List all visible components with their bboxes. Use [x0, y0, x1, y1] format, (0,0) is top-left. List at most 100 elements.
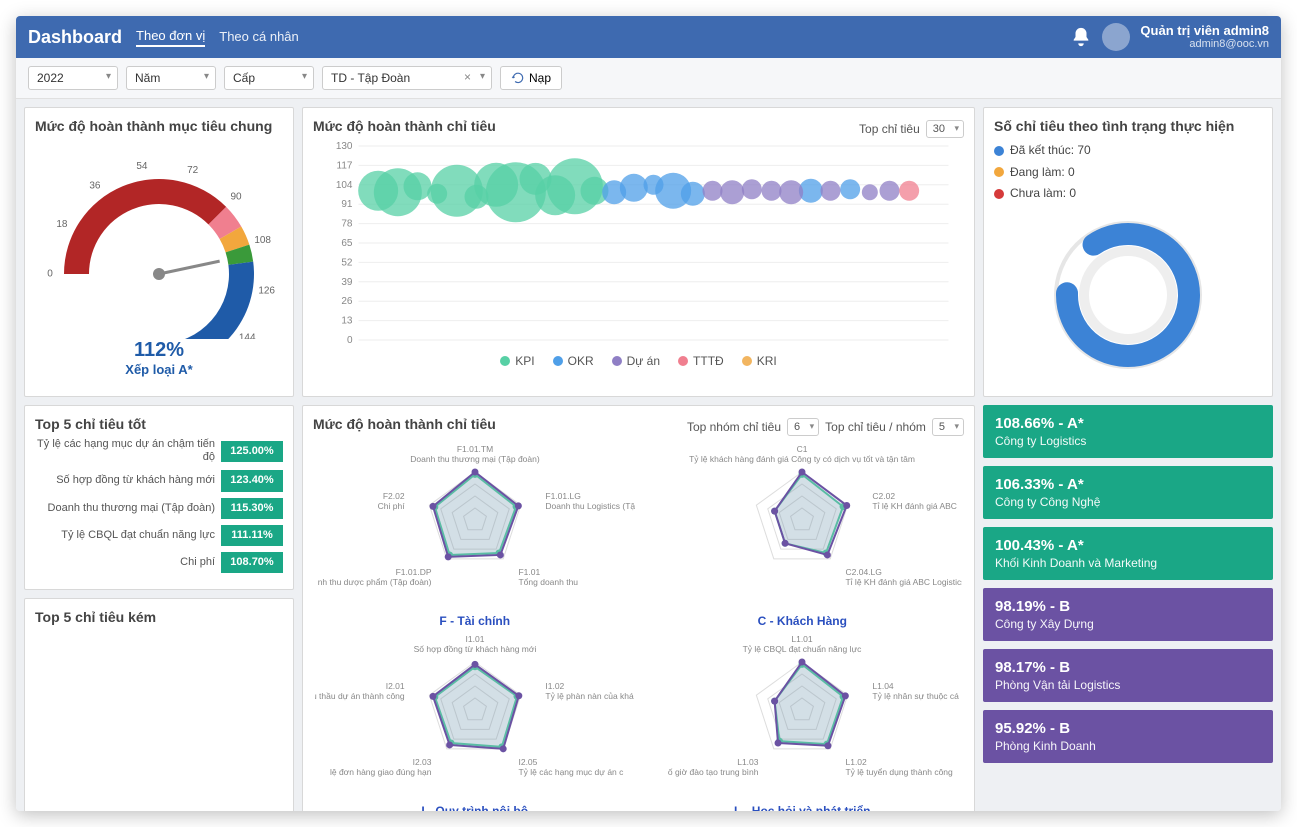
- period-select[interactable]: Năm: [126, 66, 216, 90]
- top5-row: Số hợp đồng từ khách hàng mới123.40%: [35, 470, 283, 491]
- radar-cell: F1.01.TMDoanh thu thương mại (Tập đoàn)F…: [313, 442, 637, 628]
- app-title: Dashboard: [28, 27, 122, 48]
- radar-group-label: Top nhóm chỉ tiêu: [687, 420, 781, 434]
- svg-text:L1.01: L1.01: [792, 634, 814, 644]
- clear-icon[interactable]: ×: [464, 70, 471, 84]
- year-select[interactable]: 2022: [28, 66, 118, 90]
- radar-cell: L1.01Tỷ lệ CBQL đạt chuẩn năng lựcL1.04T…: [641, 632, 965, 811]
- top5-label: Số hợp đồng từ khách hàng mới: [35, 474, 221, 487]
- top5-row: Tỷ lệ các hạng mục dự án chậm tiến độ125…: [35, 438, 283, 464]
- svg-text:36: 36: [89, 180, 101, 191]
- radar-cell: I1.01Số hợp đồng từ khách hàng mớiI1.02T…: [313, 632, 637, 811]
- rank-pct: 108.66% - A*: [995, 415, 1261, 432]
- rank-name: Phòng Vận tải Logistics: [995, 678, 1261, 692]
- unit-select[interactable]: TD - Tập Đoàn×: [322, 66, 492, 90]
- svg-text:F1.01.DP: F1.01.DP: [395, 567, 431, 577]
- bubble-legend: KPI OKR Dự án TTTĐ KRI: [313, 354, 964, 368]
- radar-per-select[interactable]: 5: [932, 418, 964, 436]
- donut-chart: [1043, 210, 1213, 380]
- svg-text:Tổng doanh thu: Tổng doanh thu: [518, 577, 578, 587]
- rank-pct: 106.33% - A*: [995, 476, 1261, 493]
- svg-text:F1.01.LG: F1.01.LG: [545, 491, 580, 501]
- top5-label: Tỷ lệ CBQL đạt chuẩn năng lực: [35, 529, 221, 542]
- radar-title: Mức độ hoàn thành chỉ tiêu: [313, 416, 496, 432]
- rank-pct: 95.92% - B: [995, 720, 1261, 737]
- svg-text:54: 54: [136, 161, 148, 172]
- donut-legend-item[interactable]: Đang làm: 0: [994, 162, 1091, 184]
- svg-text:nh thu dược phẩm (Tập đoàn): nh thu dược phẩm (Tập đoàn): [317, 577, 431, 587]
- tab-by-person[interactable]: Theo cá nhân: [219, 29, 299, 46]
- svg-text:F1.01.TM: F1.01.TM: [457, 444, 493, 454]
- bubble-card: Mức độ hoàn thành chỉ tiêu Top chỉ tiêu …: [302, 107, 975, 397]
- legend-item[interactable]: OKR: [553, 354, 594, 368]
- svg-text:Tỷ lệ nhân sự thuộc cá: Tỷ lệ nhân sự thuộc cá: [873, 691, 960, 701]
- svg-text:Tỷ lệ khách hàng đánh giá Công: Tỷ lệ khách hàng đánh giá Công ty có dịc…: [689, 454, 915, 464]
- reload-button[interactable]: Nạp: [500, 66, 562, 90]
- rank-tile[interactable]: 106.33% - A*Công ty Công Nghệ: [983, 466, 1273, 519]
- top5-value: 108.70%: [221, 552, 283, 573]
- rank-pct: 100.43% - A*: [995, 537, 1261, 554]
- svg-text:108: 108: [254, 235, 271, 246]
- top5-value: 123.40%: [221, 470, 283, 491]
- gauge-card: Mức độ hoàn thành mục tiêu chung 0 18 36 54…: [24, 107, 294, 397]
- svg-text:ụ thầu dự án thành công: ụ thầu dự án thành công: [315, 691, 405, 701]
- legend-item[interactable]: KPI: [500, 354, 534, 368]
- rank-tile[interactable]: 100.43% - A*Khối Kinh Doanh và Marketing: [983, 527, 1273, 580]
- svg-text:90: 90: [231, 192, 243, 203]
- svg-text:C2.04.LG: C2.04.LG: [846, 567, 882, 577]
- rank-name: Công ty Xây Dựng: [995, 617, 1261, 631]
- rank-tile[interactable]: 98.19% - BCông ty Xây Dựng: [983, 588, 1273, 641]
- top5-row: Tỷ lệ CBQL đạt chuẩn năng lực111.11%: [35, 525, 283, 546]
- rank-name: Phòng Kinh Doanh: [995, 739, 1261, 753]
- svg-text:13: 13: [341, 316, 353, 327]
- svg-text:lệ đơn hàng giao đúng hạn: lệ đơn hàng giao đúng hạn: [330, 767, 432, 777]
- radar-subtitle: F - Tài chính: [439, 614, 510, 628]
- svg-text:39: 39: [341, 277, 353, 288]
- rank-tile[interactable]: 98.17% - BPhòng Vận tải Logistics: [983, 649, 1273, 702]
- radar-cell: C1Tỷ lệ khách hàng đánh giá Công ty có d…: [641, 442, 965, 628]
- svg-text:72: 72: [187, 165, 199, 176]
- refresh-icon: [511, 71, 525, 85]
- top5-row: Doanh thu thương mại (Tập đoàn)115.30%: [35, 498, 283, 519]
- donut-title: Số chỉ tiêu theo tình trạng thực hiện: [994, 118, 1262, 134]
- radar-card: Mức độ hoàn thành chỉ tiêu Top nhóm chỉ …: [302, 405, 975, 811]
- svg-text:I1.01: I1.01: [465, 634, 484, 644]
- user-block[interactable]: Quản trị viên admin8 admin8@ooc.vn: [1140, 23, 1269, 52]
- bubble-top-label: Top chỉ tiêu: [859, 122, 920, 136]
- bell-icon[interactable]: [1070, 26, 1092, 48]
- avatar[interactable]: [1102, 23, 1130, 51]
- rank-name: Công ty Logistics: [995, 434, 1261, 448]
- rank-tile[interactable]: 108.66% - A* Công ty Logistics: [983, 405, 1273, 458]
- filter-bar: 2022 Năm Cấp TD - Tập Đoàn× Nạp: [16, 58, 1281, 99]
- top5-row: Chi phí108.70%: [35, 552, 283, 573]
- radar-group-select[interactable]: 6: [787, 418, 819, 436]
- gauge-chart: 01836547290108126144162180: [34, 149, 284, 339]
- radar-subtitle: I - Quy trình nội bộ: [421, 804, 528, 811]
- svg-text:L1.04: L1.04: [873, 681, 895, 691]
- user-name: Quản trị viên admin8: [1140, 23, 1269, 39]
- level-select[interactable]: Cấp: [224, 66, 314, 90]
- donut-legend: Đã kết thúc: 70Đang làm: 0Chưa làm: 0: [994, 140, 1091, 205]
- legend-item[interactable]: TTTĐ: [678, 354, 724, 368]
- main-grid: Mức độ hoàn thành mục tiêu chung 0 18 36 54…: [16, 99, 1281, 811]
- svg-text:Tỉ lệ KH đánh giá ABC Logistic: Tỉ lệ KH đánh giá ABC Logistics giao hàn…: [846, 577, 963, 587]
- legend-item[interactable]: KRI: [742, 354, 777, 368]
- svg-text:0: 0: [347, 335, 353, 346]
- topbar: Dashboard Theo đơn vị Theo cá nhân Quản …: [16, 16, 1281, 58]
- svg-text:130: 130: [336, 141, 353, 152]
- svg-text:0: 0: [47, 269, 53, 280]
- bubble-title: Mức độ hoàn thành chỉ tiêu: [313, 118, 496, 134]
- top5-value: 111.11%: [221, 525, 283, 546]
- bubble-top-select[interactable]: 30: [926, 120, 964, 138]
- svg-text:Doanh thu Logistics (Tậ: Doanh thu Logistics (Tậ: [545, 501, 635, 511]
- tab-by-unit[interactable]: Theo đơn vị: [136, 28, 205, 47]
- rank-tile[interactable]: 95.92% - B Phòng Kinh Doanh: [983, 710, 1273, 763]
- svg-text:144: 144: [239, 333, 256, 339]
- donut-card: Số chỉ tiêu theo tình trạng thực hiện Đã…: [983, 107, 1273, 397]
- gauge-title: Mức độ hoàn thành mục tiêu chung: [35, 118, 283, 134]
- donut-legend-item[interactable]: Chưa làm: 0: [994, 183, 1091, 205]
- svg-text:Số hợp đồng từ khách hàng mới: Số hợp đồng từ khách hàng mới: [413, 644, 536, 654]
- svg-text:18: 18: [56, 219, 68, 230]
- legend-item[interactable]: Dự án: [612, 354, 660, 368]
- donut-legend-item[interactable]: Đã kết thúc: 70: [994, 140, 1091, 162]
